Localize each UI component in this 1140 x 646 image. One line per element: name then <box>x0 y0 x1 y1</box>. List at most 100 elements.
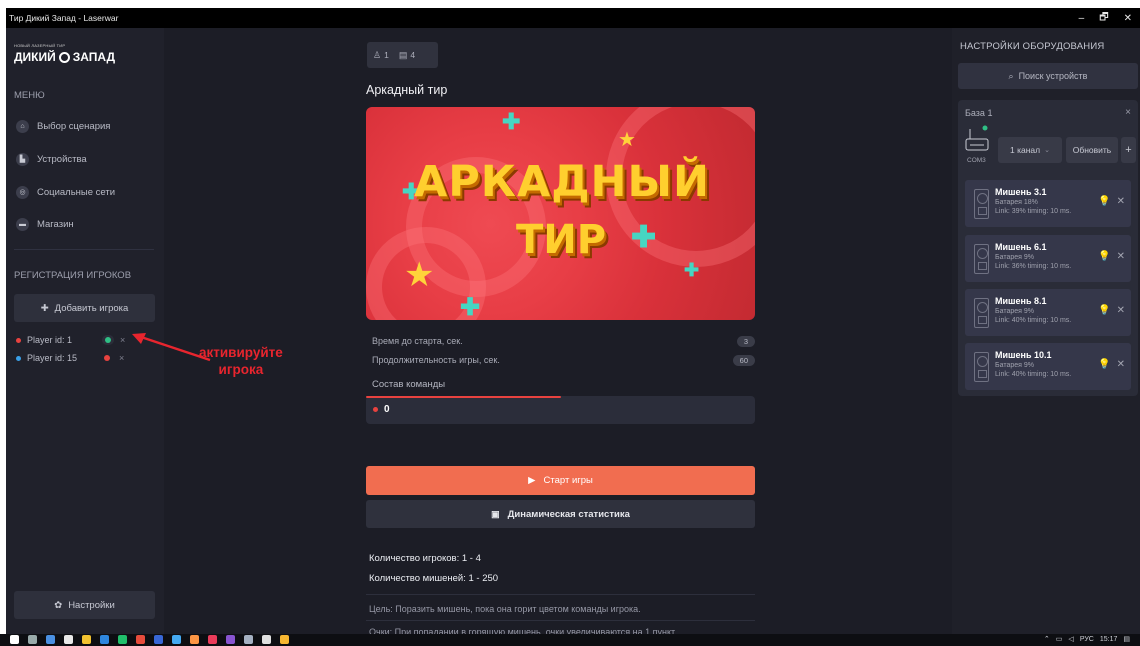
gear-icon: ✿ <box>54 599 63 611</box>
volume-icon[interactable]: ◁ <box>1068 635 1073 643</box>
targets-badge: ▤ 4 <box>398 49 416 61</box>
network-icon[interactable]: ▭ <box>1056 635 1063 643</box>
social-icon: ◎ <box>16 185 29 199</box>
channel-select[interactable]: 1 канал ⌄ <box>998 137 1062 163</box>
bulb-icon[interactable]: 💡 <box>1098 196 1110 207</box>
start-delay-value[interactable]: 3 <box>736 335 755 347</box>
target-card[interactable]: Мишень 10.1 Батарея 9% Link: 40% timing:… <box>965 343 1131 390</box>
info-divider <box>366 594 755 595</box>
player-row[interactable]: Player id: 1 × <box>16 333 125 347</box>
player-activate-toggle[interactable] <box>102 335 115 345</box>
base-device-icon <box>965 125 989 151</box>
dynamic-stats-button[interactable]: ▣ Динамическая статистика <box>366 500 755 528</box>
minimize-button[interactable]: – <box>1079 13 1085 24</box>
shop-icon: ▬ <box>16 217 29 231</box>
remove-target-icon[interactable]: ✕ <box>1117 359 1125 370</box>
team-count: 0 <box>384 404 390 415</box>
menu-item-social[interactable]: ◎ Социальные сети <box>16 183 115 201</box>
window-title: Тир Дикий Запад - Laserwar <box>9 13 119 23</box>
app-icon[interactable] <box>208 635 217 644</box>
base-port: COM3 <box>967 157 986 164</box>
notifications-icon[interactable]: ▤ <box>1123 635 1130 643</box>
app-icon[interactable] <box>136 635 145 644</box>
close-button[interactable]: ✕ <box>1124 13 1132 24</box>
equipment-panel: НАСТРОЙКИ ОБОРУДОВАНИЯ ⌕ Поиск устройств… <box>952 28 1140 642</box>
search-icon: ⌕ <box>1008 70 1014 81</box>
app-icon[interactable] <box>226 635 235 644</box>
app-icon[interactable] <box>118 635 127 644</box>
target-card[interactable]: Мишень 8.1 Батарея 9% Link: 40% timing: … <box>965 289 1131 336</box>
player-color-dot <box>16 337 21 343</box>
app-icon[interactable] <box>262 635 271 644</box>
add-player-button[interactable]: ✚ Добавить игрока <box>14 294 155 322</box>
players-badge: ♙ 1 <box>373 49 389 61</box>
equipment-title: НАСТРОЙКИ ОБОРУДОВАНИЯ <box>960 41 1105 52</box>
menu-title: МЕНЮ <box>14 90 45 101</box>
system-tray: ⌃ ▭ ◁ РУС 15:17 ▤ <box>1044 635 1130 644</box>
stats-icon: ▣ <box>491 508 500 519</box>
banner-title-line1: АРКАДНЫЙ <box>414 157 711 207</box>
add-channel-button[interactable]: + <box>1121 137 1136 163</box>
app-icon[interactable] <box>82 635 91 644</box>
menu-item-shop[interactable]: ▬ Магазин <box>16 215 74 233</box>
remove-player-icon[interactable]: × <box>119 353 124 363</box>
title-bar: Тир Дикий Запад - Laserwar – 🗗 ✕ <box>6 8 1140 28</box>
team-panel[interactable]: 0 <box>366 396 755 424</box>
language-indicator[interactable]: РУС <box>1080 636 1094 643</box>
refresh-button[interactable]: Обновить <box>1066 137 1118 163</box>
sidebar-divider <box>14 249 154 250</box>
app-icon[interactable] <box>46 635 55 644</box>
target-card[interactable]: Мишень 3.1 Батарея 18% Link: 39% timing:… <box>965 180 1131 227</box>
start-game-button[interactable]: ▶ Старт игры <box>366 466 755 495</box>
remove-target-icon[interactable]: ✕ <box>1117 196 1125 207</box>
targets-count: Количество мишеней: 1 - 250 <box>369 573 499 584</box>
search-icon[interactable] <box>28 635 37 644</box>
devices-icon: ▙ <box>16 152 29 166</box>
game-info-badge: ♙ 1 ▤ 4 <box>367 42 438 68</box>
param-start-delay: Время до старта, сек. 3 <box>372 334 755 348</box>
logo-target-icon <box>58 51 70 63</box>
search-devices-button[interactable]: ⌕ Поиск устройств <box>958 63 1138 89</box>
bulb-icon[interactable]: 💡 <box>1098 359 1110 370</box>
app-icon[interactable] <box>154 635 163 644</box>
base-station-card: База 1 × COM3 1 канал ⌄ Обновить + Мишен… <box>958 100 1138 396</box>
close-base-icon[interactable]: × <box>1125 107 1131 118</box>
app-icon[interactable] <box>244 635 253 644</box>
restore-button[interactable]: 🗗 <box>1099 10 1108 27</box>
play-icon: ▶ <box>528 475 536 486</box>
app-icon[interactable] <box>100 635 109 644</box>
base-name: База 1 <box>965 108 993 118</box>
target-card[interactable]: Мишень 6.1 Батарея 9% Link: 36% timing: … <box>965 235 1131 282</box>
team-progress-bar <box>366 396 561 398</box>
remove-target-icon[interactable]: ✕ <box>1117 305 1125 316</box>
info-divider <box>366 620 755 621</box>
logo: ДИКИЙ ЗАПАД <box>14 50 116 64</box>
app-icon[interactable] <box>190 635 199 644</box>
target-device-icon: ▤ <box>398 49 408 60</box>
target-device-icon <box>974 244 989 274</box>
annotation-label: активируйте игрока <box>199 345 283 377</box>
game-banner-image: ✚ ★ ✚ ✚ ★ ✚ ✚ АРКАДНЫЙ ТИР <box>366 107 755 320</box>
start-icon[interactable] <box>10 635 19 644</box>
chevron-up-icon[interactable]: ⌃ <box>1044 635 1050 643</box>
menu-item-devices[interactable]: ▙ Устройства <box>16 150 87 168</box>
app-icon[interactable] <box>172 635 181 644</box>
taskbar: ⌃ ▭ ◁ РУС 15:17 ▤ <box>0 634 1140 646</box>
player-activate-toggle[interactable] <box>101 353 113 363</box>
bulb-icon[interactable]: 💡 <box>1098 251 1110 262</box>
clock[interactable]: 15:17 <box>1100 636 1118 643</box>
logo-tagline: НОВЫЙ ЛАЗЕРНЫЙ ТИР <box>14 43 66 48</box>
menu-item-scenario[interactable]: ⌂ Выбор сценария <box>16 117 110 135</box>
app-icon[interactable] <box>64 635 73 644</box>
player-row[interactable]: Player id: 15 × <box>16 351 124 365</box>
remove-target-icon[interactable]: ✕ <box>1117 251 1125 262</box>
bulb-icon[interactable]: 💡 <box>1098 305 1110 316</box>
param-duration: Продолжительность игры, сек. 60 <box>372 353 755 367</box>
settings-button[interactable]: ✿ Настройки <box>14 591 155 619</box>
app-icon[interactable] <box>280 635 289 644</box>
plus-circle-icon: ✚ <box>40 302 49 314</box>
remove-player-icon[interactable]: × <box>120 335 125 345</box>
target-device-icon <box>974 352 989 382</box>
player-icon: ♙ <box>373 49 382 60</box>
duration-value[interactable]: 60 <box>732 354 755 366</box>
